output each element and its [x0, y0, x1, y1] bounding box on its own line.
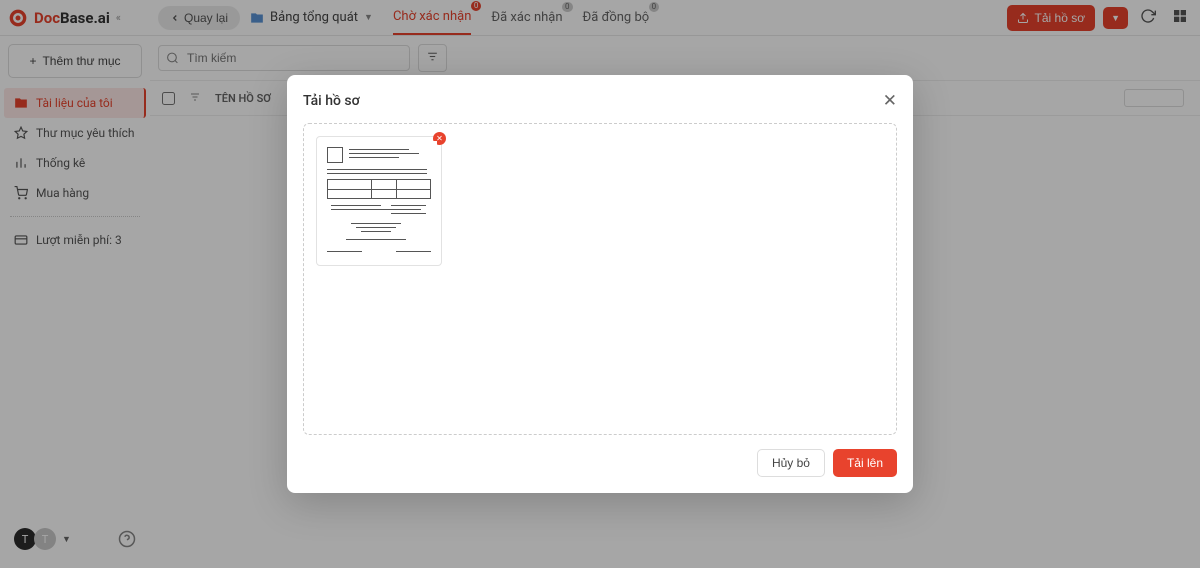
- document-preview: [321, 141, 437, 261]
- modal-title: Tải hồ sơ: [303, 93, 360, 109]
- close-button[interactable]: ✕: [883, 91, 897, 111]
- modal-footer: Hủy bỏ Tải lên: [303, 449, 897, 477]
- modal-overlay[interactable]: Tải hồ sơ ✕ ✕: [0, 0, 1200, 568]
- upload-modal: Tải hồ sơ ✕ ✕: [287, 75, 913, 493]
- submit-button[interactable]: Tải lên: [833, 449, 897, 477]
- file-thumbnail[interactable]: ✕: [316, 136, 442, 266]
- drop-zone[interactable]: ✕: [303, 123, 897, 435]
- close-icon: ✕: [436, 134, 443, 143]
- cancel-button[interactable]: Hủy bỏ: [757, 449, 825, 477]
- close-icon: ✕: [883, 91, 897, 110]
- modal-header: Tải hồ sơ ✕: [303, 91, 897, 111]
